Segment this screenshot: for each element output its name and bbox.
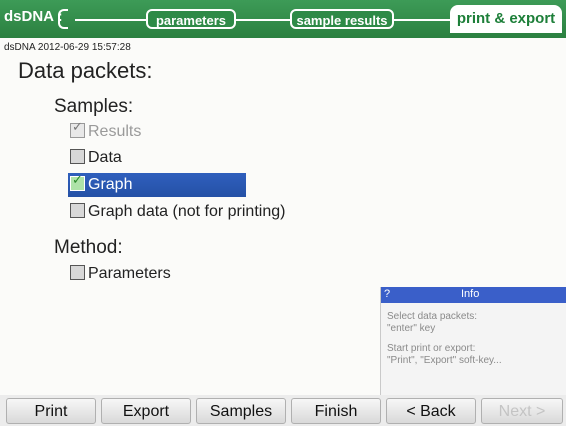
tab-print-export[interactable]: print & export xyxy=(450,5,562,33)
option-label: Graph xyxy=(88,176,133,193)
wizard-start-bracket xyxy=(58,9,68,29)
option-data[interactable]: Data xyxy=(70,146,122,170)
info-text-start: Start print or export: "Print", "Export" … xyxy=(387,343,502,366)
run-timestamp: dsDNA 2012-06-29 15:57:28 xyxy=(4,42,131,53)
option-graph[interactable]: ✓ Graph xyxy=(68,173,246,197)
checkbox[interactable] xyxy=(70,265,85,280)
info-header: ? Info xyxy=(381,287,566,303)
option-results: ✓ Results xyxy=(70,120,141,144)
samples-label: Samples: xyxy=(54,96,134,117)
tab-parameters[interactable]: parameters xyxy=(146,9,236,29)
info-panel: ? Info Select data packets: "enter" key S… xyxy=(380,287,566,395)
back-button[interactable]: < Back xyxy=(386,398,476,424)
app-label: dsDNA : xyxy=(4,8,63,25)
tab-sample-results[interactable]: sample results xyxy=(290,9,394,29)
next-button: Next > xyxy=(481,398,563,424)
finish-button[interactable]: Finish xyxy=(291,398,381,424)
info-title: Info xyxy=(461,288,480,300)
option-label: Results xyxy=(88,123,142,140)
checkbox: ✓ xyxy=(70,120,85,138)
method-label: Method: xyxy=(54,237,123,258)
option-label: Parameters xyxy=(88,265,171,282)
wizard-connector xyxy=(75,19,495,21)
checkbox[interactable]: ✓ xyxy=(70,173,85,191)
option-graph-data[interactable]: Graph data (not for printing) xyxy=(70,200,285,224)
wizard-bar: dsDNA : parameters sample results print … xyxy=(0,0,566,38)
softkey-bar: Print Export Samples Finish < Back Next … xyxy=(0,395,566,426)
page-title: Data packets: xyxy=(18,58,153,83)
help-icon: ? xyxy=(384,288,391,300)
checkbox[interactable] xyxy=(70,149,85,164)
info-text-select: Select data packets: "enter" key xyxy=(387,311,478,334)
samples-button[interactable]: Samples xyxy=(196,398,286,424)
option-parameters[interactable]: Parameters xyxy=(70,262,171,286)
checkbox[interactable] xyxy=(70,203,85,218)
export-button[interactable]: Export xyxy=(101,398,191,424)
screen: dsDNA : parameters sample results print … xyxy=(0,0,566,426)
print-button[interactable]: Print xyxy=(6,398,96,424)
option-label: Graph data (not for printing) xyxy=(88,203,286,220)
option-label: Data xyxy=(88,149,122,166)
